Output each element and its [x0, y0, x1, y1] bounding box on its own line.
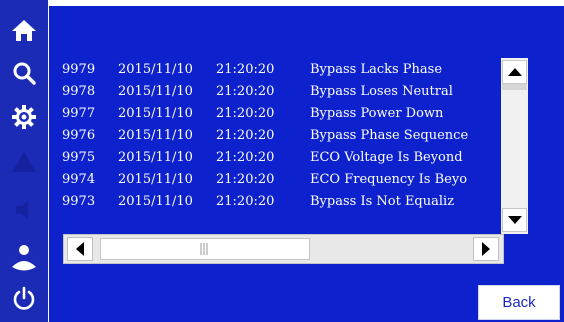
triangle-down-icon: [507, 216, 522, 224]
triangle-left-icon: [76, 242, 84, 256]
event-time: 21:20:20: [216, 150, 275, 165]
event-description: Bypass Phase Sequence: [310, 128, 469, 143]
event-description: Bypass Lacks Phase: [310, 62, 443, 77]
event-time: 21:20:20: [216, 84, 275, 99]
event-date: 2015/11/10: [118, 106, 193, 121]
event-id: 9974: [62, 172, 96, 187]
sidebar: [0, 0, 48, 322]
main-panel: 9979 2015/11/10 21:20:20 Bypass Lacks Ph…: [49, 6, 564, 322]
scroll-right-button[interactable]: [473, 237, 499, 261]
user-icon: [12, 245, 36, 271]
scroll-left-button[interactable]: [67, 237, 93, 261]
event-description: Bypass Is Not Equaliz: [310, 194, 455, 209]
event-date: 2015/11/10: [118, 84, 193, 99]
warning-icon: [12, 152, 36, 172]
event-date: 2015/11/10: [118, 172, 193, 187]
event-time: 21:20:20: [216, 194, 275, 209]
event-id: 9977: [62, 106, 96, 121]
sidebar-item-power[interactable]: [4, 279, 44, 319]
sidebar-item-home[interactable]: [4, 10, 44, 50]
sidebar-item-alarm[interactable]: [4, 142, 44, 182]
event-id: 9975: [62, 150, 96, 165]
sidebar-item-user[interactable]: [4, 238, 44, 278]
back-button[interactable]: Back: [478, 285, 560, 320]
event-date: 2015/11/10: [118, 194, 193, 209]
ups-event-log-screen: 9979 2015/11/10 21:20:20 Bypass Lacks Ph…: [0, 0, 564, 322]
vertical-scrollbar[interactable]: [501, 58, 528, 234]
event-time: 21:20:20: [216, 106, 275, 121]
sidebar-item-settings[interactable]: [4, 97, 44, 137]
event-id: 9973: [62, 194, 96, 209]
sidebar-item-search[interactable]: [4, 53, 44, 93]
event-time: 21:20:20: [216, 128, 275, 143]
event-date: 2015/11/10: [118, 62, 193, 77]
gear-icon: [12, 105, 36, 129]
event-time: 21:20:20: [216, 172, 275, 187]
triangle-right-icon: [482, 242, 490, 256]
event-log-list[interactable]: 9979 2015/11/10 21:20:20 Bypass Lacks Ph…: [56, 58, 500, 234]
event-id: 9979: [62, 62, 96, 77]
home-icon: [12, 20, 36, 41]
scroll-down-button[interactable]: [502, 208, 527, 232]
event-description: ECO Voltage Is Beyond: [310, 150, 463, 165]
event-description: Bypass Power Down: [310, 106, 444, 121]
speaker-icon: [16, 201, 28, 219]
sidebar-item-mute[interactable]: [4, 190, 44, 230]
horizontal-scroll-thumb[interactable]: [100, 238, 310, 260]
event-description: ECO Frequency Is Beyo: [310, 172, 468, 187]
triangle-up-icon: [507, 68, 522, 76]
scroll-up-button[interactable]: [502, 60, 527, 84]
event-id: 9978: [62, 84, 96, 99]
vertical-scroll-thumb[interactable]: [502, 84, 527, 90]
event-date: 2015/11/10: [118, 150, 193, 165]
event-id: 9976: [62, 128, 96, 143]
event-time: 21:20:20: [216, 62, 275, 77]
power-icon: [13, 286, 35, 310]
grip-icon: [200, 243, 208, 255]
event-date: 2015/11/10: [118, 128, 193, 143]
search-icon: [13, 62, 36, 85]
horizontal-scrollbar[interactable]: [63, 234, 504, 264]
event-description: Bypass Loses Neutral: [310, 84, 453, 99]
